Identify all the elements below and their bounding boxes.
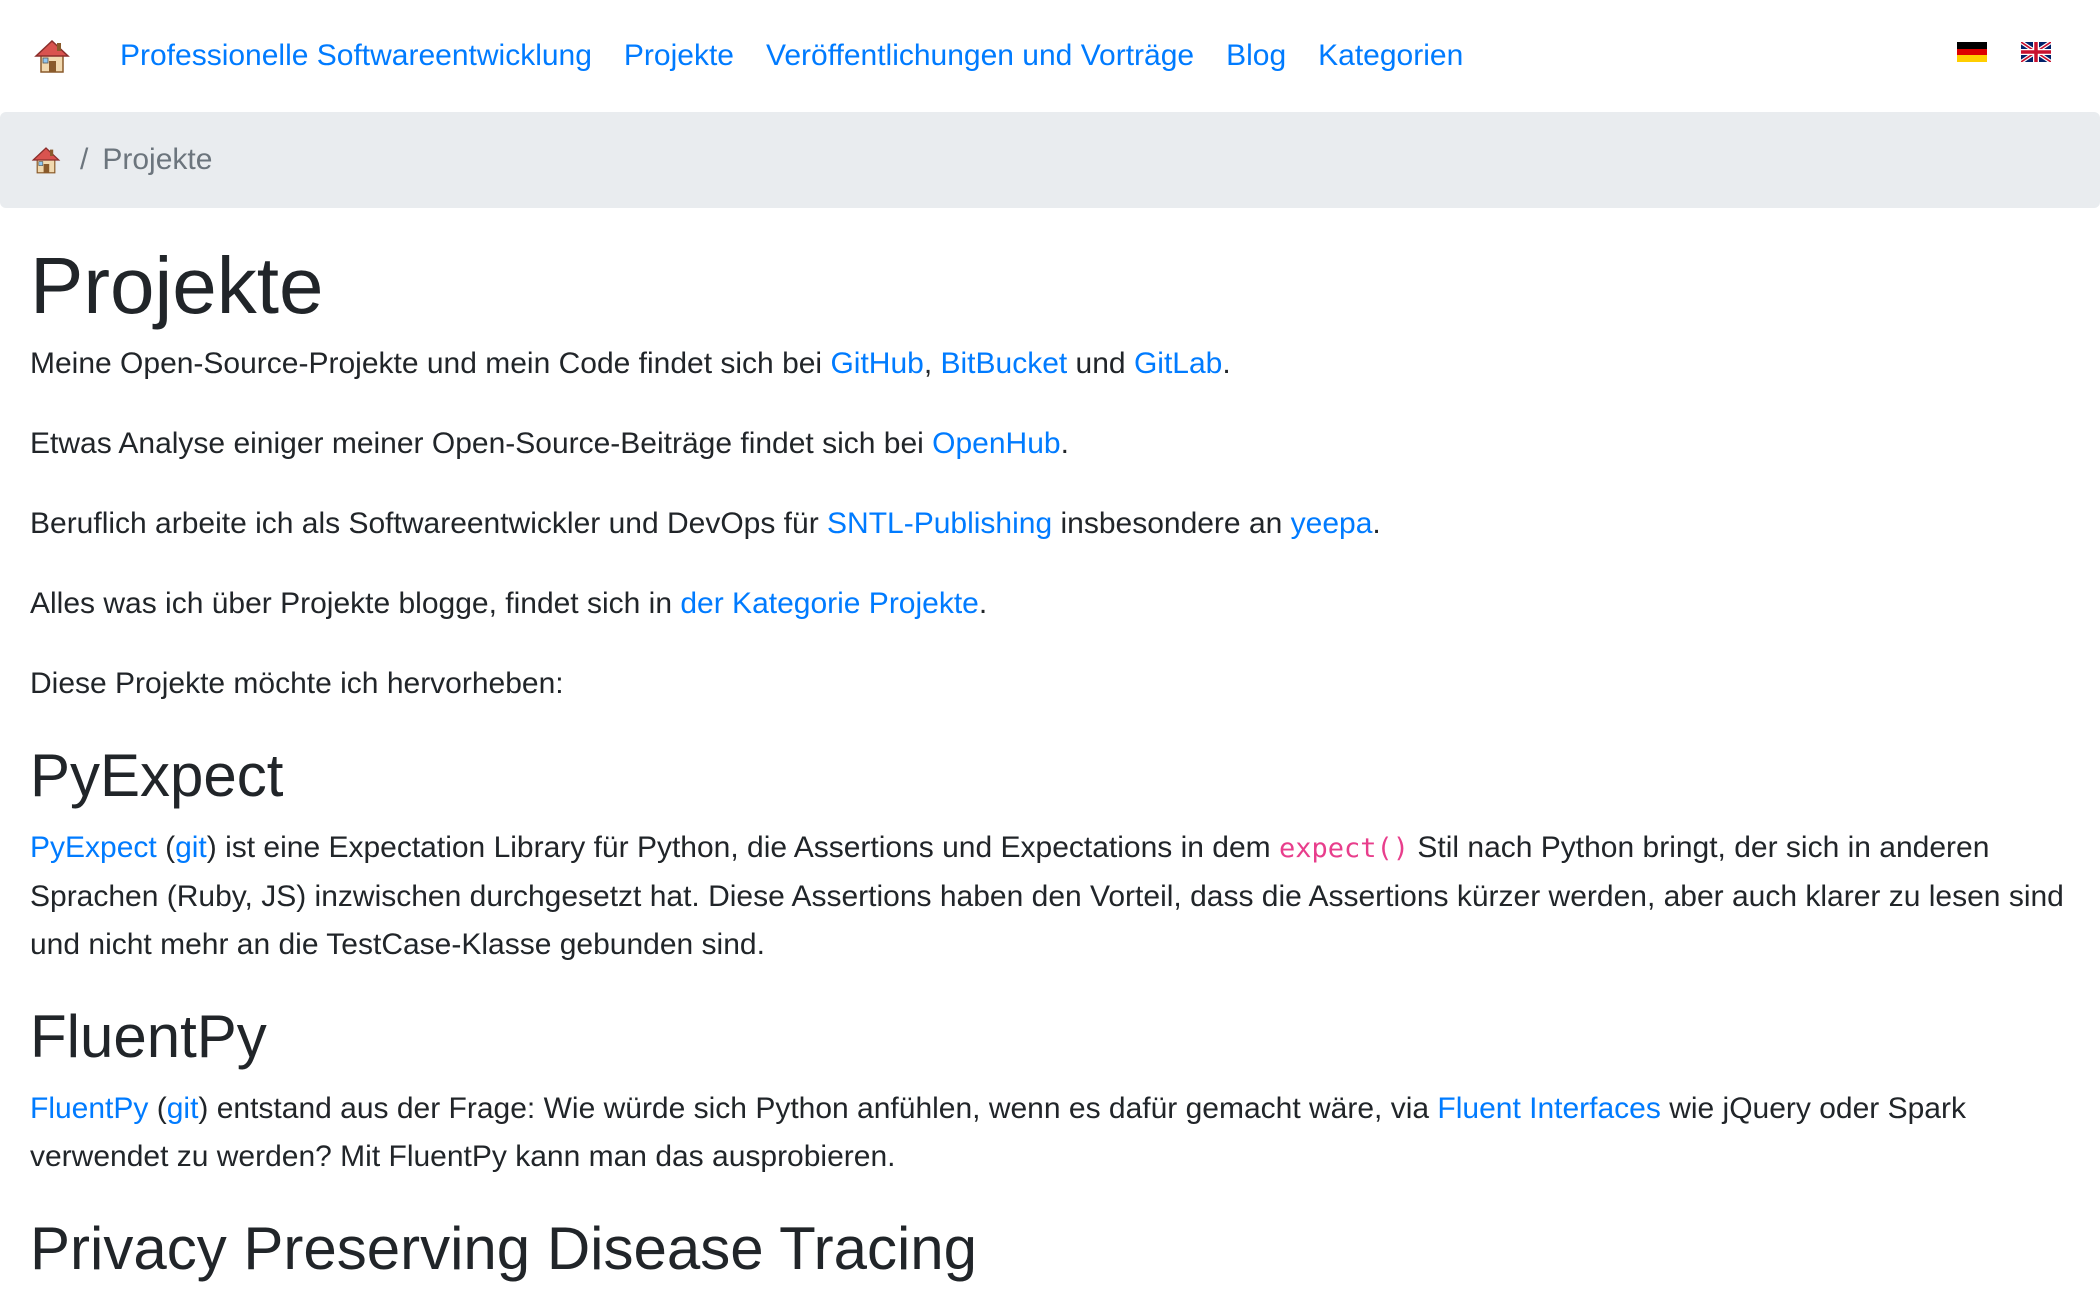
- github-link[interactable]: GitHub: [830, 347, 923, 380]
- fluent-interfaces-link[interactable]: Fluent Interfaces: [1437, 1092, 1660, 1125]
- text: insbesondere an: [1052, 507, 1291, 540]
- section-title-fluentpy: FluentPy: [30, 1003, 267, 1070]
- intro-paragraph-1: Meine Open-Source-Projekte und mein Code…: [30, 340, 2075, 388]
- nav-links: Professionelle Softwareentwicklung Proje…: [120, 39, 1495, 73]
- page-title: Projekte: [30, 241, 324, 330]
- text: Etwas Analyse einiger meiner Open-Source…: [30, 427, 933, 460]
- openhub-link[interactable]: OpenHub: [932, 427, 1060, 460]
- bitbucket-link[interactable]: BitBucket: [940, 347, 1067, 380]
- gitlab-link[interactable]: GitLab: [1134, 347, 1222, 380]
- intro-paragraph-4: Alles was ich über Projekte blogge, find…: [30, 580, 2075, 628]
- text: ) entstand aus der Frage: Wie würde sich…: [198, 1092, 1438, 1125]
- text: .: [978, 587, 988, 620]
- section-title-pyexpect: PyExpect: [30, 742, 284, 809]
- fluentpy-description: FluentPy (git) entstand aus der Frage: W…: [30, 1085, 2075, 1181]
- intro-paragraph-3: Beruflich arbeite ich als Softwareentwic…: [30, 500, 2075, 548]
- main-content: Projekte Meine Open-Source-Projekte und …: [30, 230, 2075, 1297]
- text: ) ist eine Expectation Library für Pytho…: [206, 831, 1279, 864]
- section-title-privacy: Privacy Preserving Disease Tracing: [30, 1215, 978, 1282]
- intro-paragraph-5: Diese Projekte möchte ich hervorheben:: [30, 667, 564, 700]
- breadcrumb-home-icon[interactable]: [30, 144, 62, 176]
- yeepa-link[interactable]: yeepa: [1291, 507, 1373, 540]
- intro-paragraph-2: Etwas Analyse einiger meiner Open-Source…: [30, 420, 2075, 468]
- nav-link-veroeffentlichungen[interactable]: Veröffentlichungen und Vorträge: [766, 39, 1194, 73]
- nav-link-blog[interactable]: Blog: [1226, 39, 1286, 73]
- pyexpect-git-link[interactable]: git: [175, 831, 207, 864]
- breadcrumb: / Projekte: [0, 112, 2100, 208]
- nav-link-softwareentwicklung[interactable]: Professionelle Softwareentwicklung: [120, 39, 592, 73]
- pyexpect-link[interactable]: PyExpect: [30, 831, 157, 864]
- expect-code: expect(): [1279, 833, 1410, 864]
- sntl-publishing-link[interactable]: SNTL-Publishing: [827, 507, 1052, 540]
- text: .: [1372, 507, 1381, 540]
- text: und: [1067, 347, 1134, 380]
- text: .: [1222, 347, 1231, 380]
- text: ,: [923, 347, 941, 380]
- nav-link-projekte[interactable]: Projekte: [624, 39, 734, 73]
- fluentpy-git-link[interactable]: git: [167, 1092, 199, 1125]
- pyexpect-description: PyExpect (git) ist eine Expectation Libr…: [30, 824, 2075, 969]
- top-navbar: Professionelle Softwareentwicklung Proje…: [0, 0, 2100, 112]
- flag-de-icon[interactable]: [1957, 42, 1987, 62]
- text: (: [148, 1092, 167, 1125]
- text: .: [1060, 427, 1069, 460]
- flag-uk-icon[interactable]: [2019, 40, 2053, 64]
- text: Alles was ich über Projekte blogge, find…: [30, 587, 681, 620]
- text: Beruflich arbeite ich als Softwareentwic…: [30, 507, 828, 540]
- text: Meine Open-Source-Projekte und mein Code…: [30, 347, 831, 380]
- category-projekte-link[interactable]: der Kategorie Projekte: [680, 587, 979, 620]
- home-icon[interactable]: [30, 34, 74, 78]
- fluentpy-link[interactable]: FluentPy: [30, 1092, 148, 1125]
- breadcrumb-separator: /: [80, 143, 89, 176]
- nav-link-kategorien[interactable]: Kategorien: [1318, 39, 1463, 73]
- breadcrumb-current: Projekte: [102, 143, 213, 176]
- text: (: [156, 831, 176, 864]
